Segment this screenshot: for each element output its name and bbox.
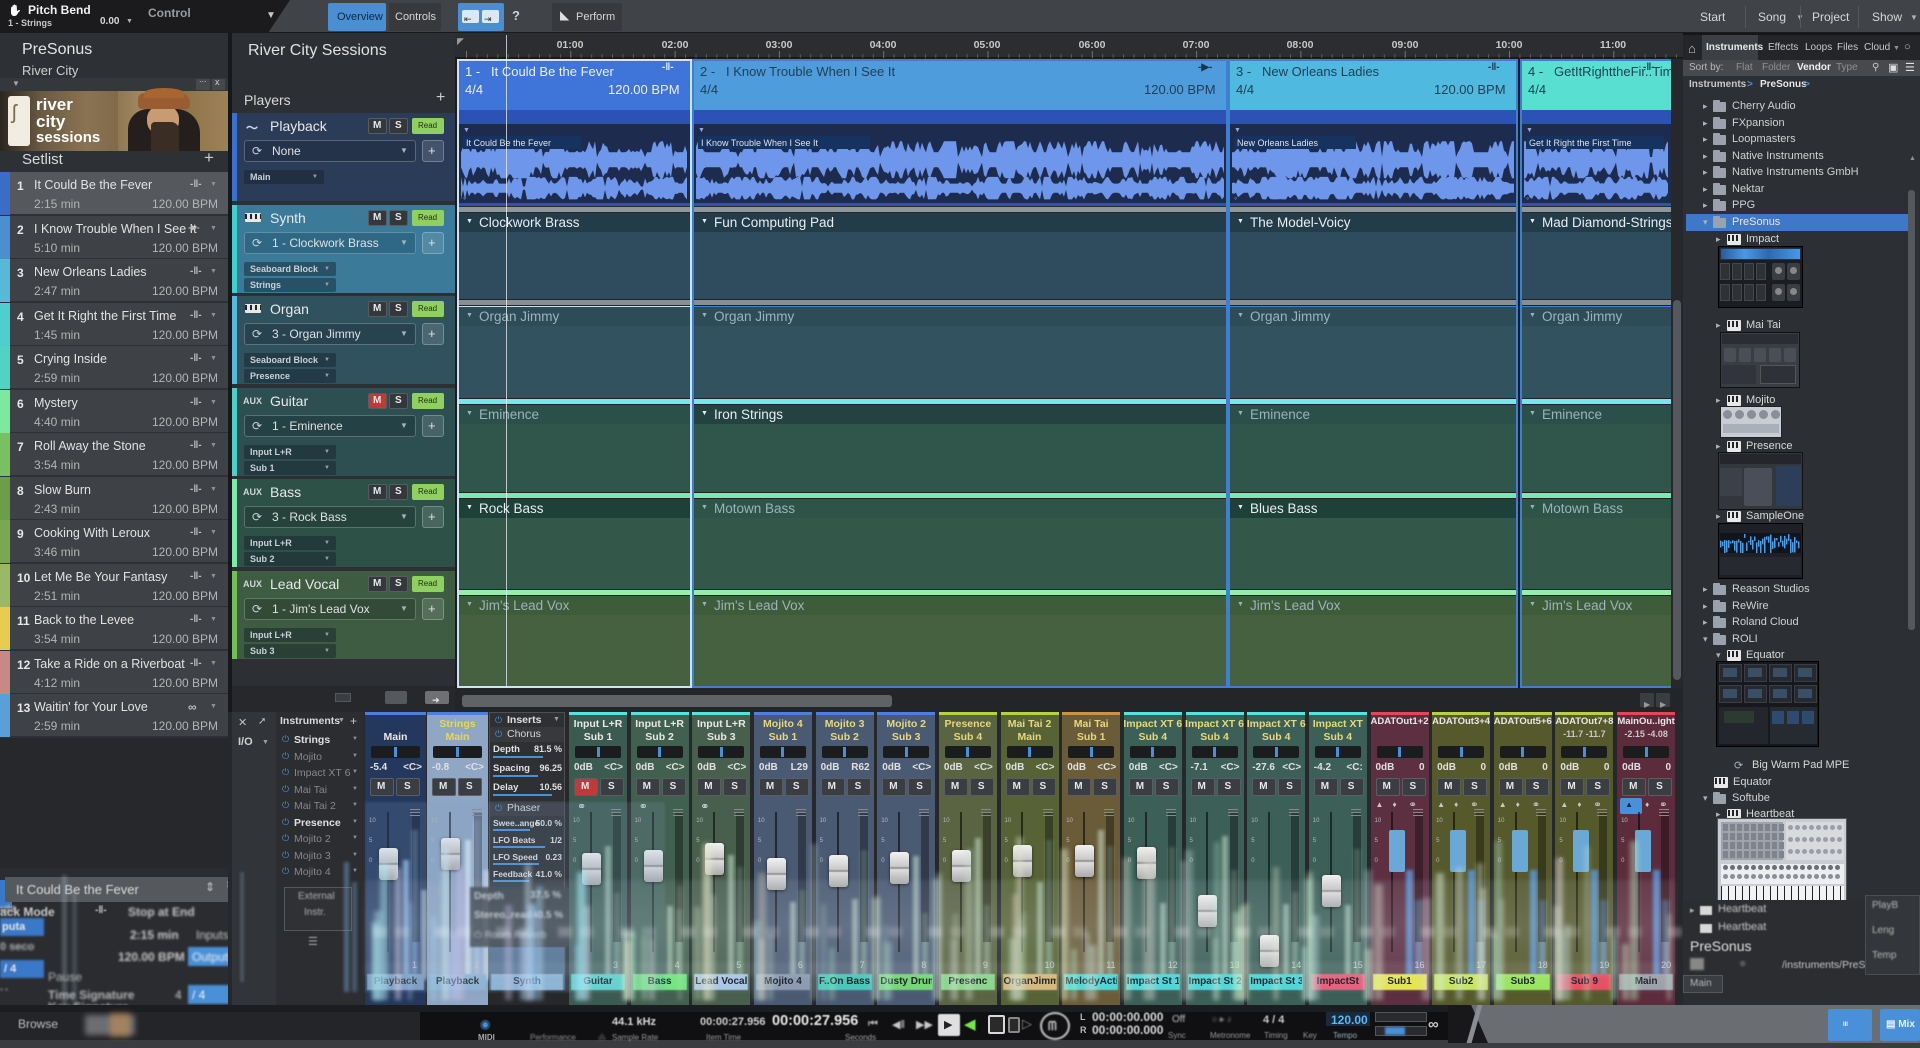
svg-text:05:00: 05:00 bbox=[974, 39, 1001, 51]
svg-text:01:00: 01:00 bbox=[557, 39, 584, 51]
svg-text:08:00: 08:00 bbox=[1287, 39, 1314, 51]
svg-text:03:00: 03:00 bbox=[766, 39, 793, 51]
svg-text:10:00: 10:00 bbox=[1496, 39, 1523, 51]
svg-text:06:00: 06:00 bbox=[1079, 39, 1106, 51]
svg-text:11:00: 11:00 bbox=[1600, 39, 1626, 51]
svg-text:02:00: 02:00 bbox=[662, 39, 689, 51]
svg-text:09:00: 09:00 bbox=[1392, 39, 1419, 51]
svg-text:07:00: 07:00 bbox=[1183, 39, 1210, 51]
svg-text:04:00: 04:00 bbox=[870, 39, 897, 51]
